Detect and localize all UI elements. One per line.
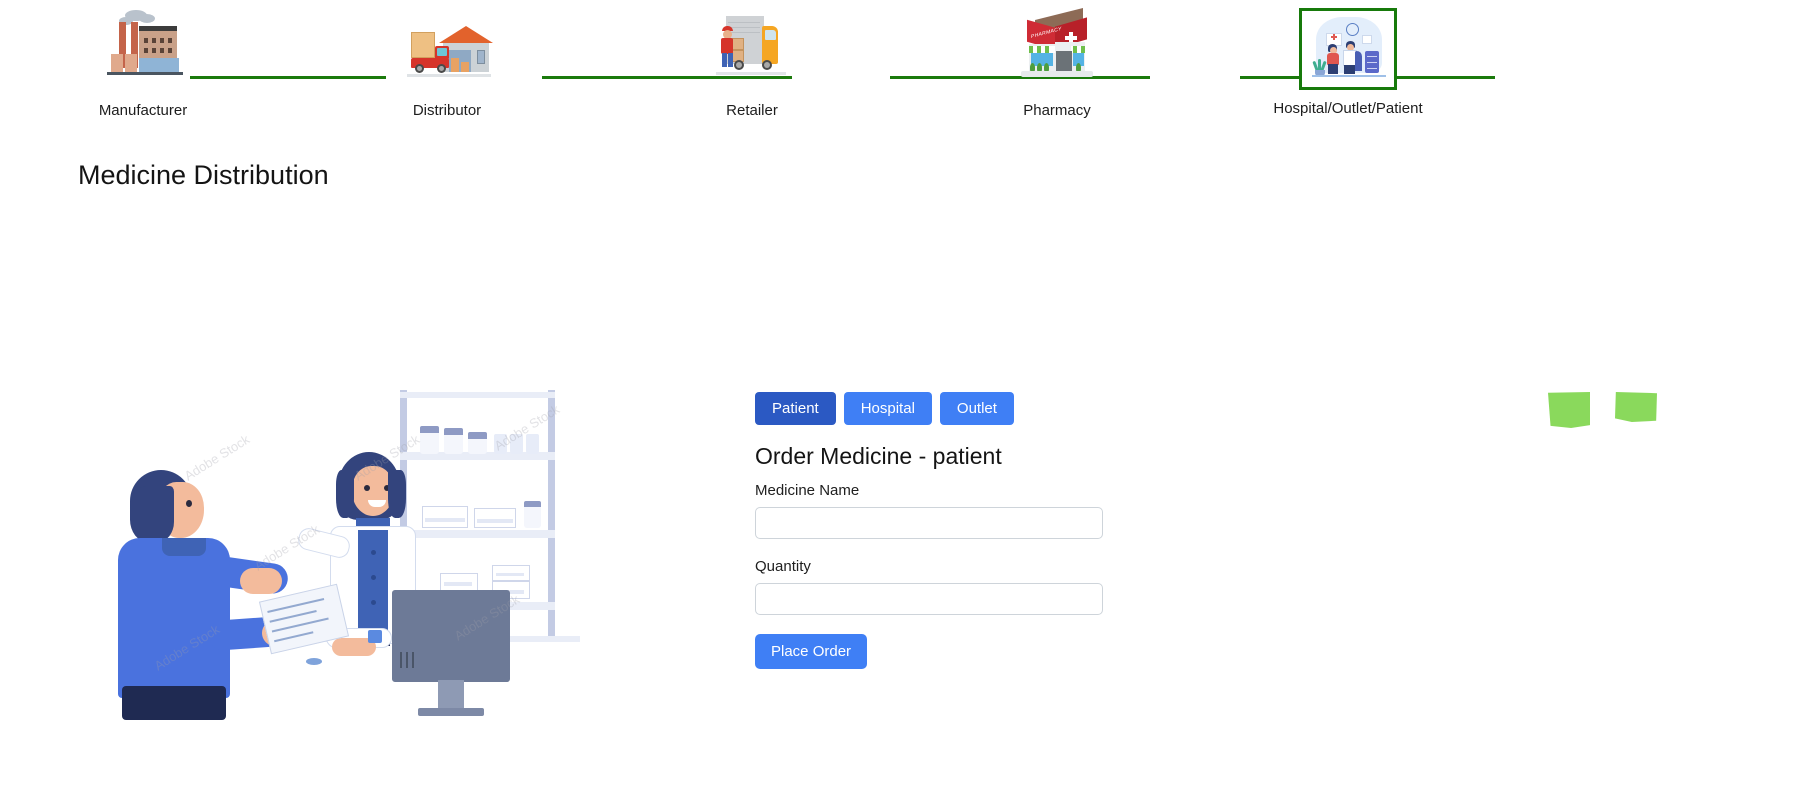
tab-outlet[interactable]: Outlet (939, 392, 1014, 425)
stock-watermark: Adobe Stock (181, 431, 253, 484)
order-heading: Order Medicine - patient (755, 443, 1002, 469)
role-tab-group: Patient Hospital Outlet (755, 392, 1115, 425)
medicine-name-input[interactable] (755, 507, 1103, 539)
chain-node-label: Distributor (412, 102, 482, 119)
pharmacy-store-icon: PHARMACY (1009, 8, 1105, 92)
hospital-patient-icon (1299, 8, 1397, 90)
tab-patient[interactable]: Patient (755, 392, 836, 425)
factory-icon (95, 8, 191, 92)
chain-node-label: Retailer (726, 102, 778, 119)
chain-node-distributor[interactable]: Distributor (352, 8, 542, 119)
broken-image-placeholder-1 (1548, 392, 1590, 428)
chain-node-manufacturer[interactable]: Manufacturer (48, 8, 238, 119)
chain-node-label: Hospital/Outlet/Patient (1273, 100, 1423, 117)
delivery-van-icon (704, 8, 800, 92)
broken-image-placeholder-2 (1615, 392, 1657, 422)
order-medicine-panel: Patient Hospital Outlet Order Medicine -… (755, 392, 1115, 669)
quantity-input[interactable] (755, 583, 1103, 615)
chain-node-hospital-outlet-patient[interactable]: Hospital/Outlet/Patient (1253, 8, 1443, 117)
truck-warehouse-icon (399, 8, 495, 92)
page-title: Medicine Distribution (78, 160, 329, 190)
supply-chain-stepper: Manufacturer Distributor Retailer PHARMA… (0, 0, 1798, 140)
chain-node-label: Pharmacy (1023, 102, 1091, 119)
pharmacist-customer-illustration: Adobe Stock Adobe Stock Adobe Stock Adob… (100, 390, 580, 730)
chain-node-pharmacy[interactable]: PHARMACY Pharmacy (962, 8, 1152, 119)
tab-hospital[interactable]: Hospital (843, 392, 932, 425)
chain-node-retailer[interactable]: Retailer (657, 8, 847, 119)
chain-node-label: Manufacturer (98, 102, 188, 119)
place-order-button[interactable]: Place Order (755, 634, 868, 669)
medicine-name-label: Medicine Name (755, 482, 860, 499)
quantity-label: Quantity (755, 558, 811, 575)
